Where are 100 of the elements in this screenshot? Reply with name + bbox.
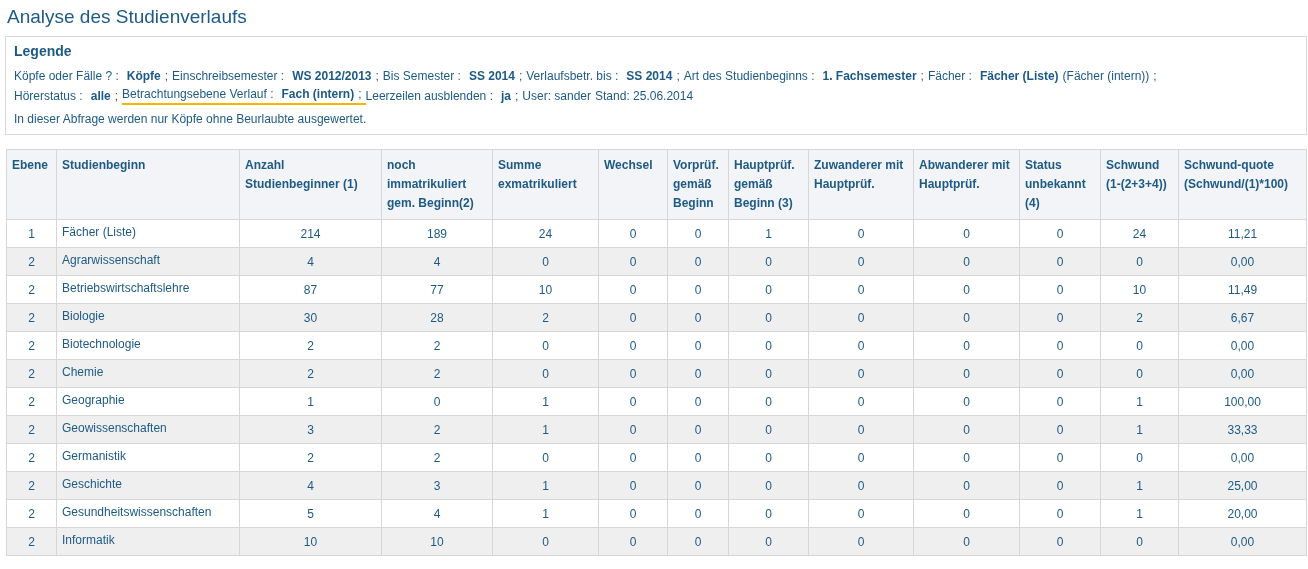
table-cell: 0 — [598, 359, 668, 388]
table-cell: 0,00 — [1178, 331, 1307, 360]
table-cell: 0 — [598, 331, 668, 360]
filter-label: Art des Studienbeginns : — [683, 68, 815, 85]
table-cell: Gesundheitswissenschaften — [56, 499, 240, 528]
table-cell: 0 — [808, 471, 914, 500]
table-cell: 1 — [492, 415, 599, 444]
table-cell: 0 — [1019, 387, 1101, 416]
column-header: Schwund-quote (Schwund/(1)*100) — [1178, 149, 1307, 220]
table-cell: 0 — [808, 359, 914, 388]
table-cell: 24 — [1100, 219, 1179, 248]
table-cell: 0 — [1019, 359, 1101, 388]
table-cell: 2 — [6, 275, 57, 304]
table-cell: 0 — [667, 471, 729, 500]
column-header: Hauptprüf. gemäß Beginn (3) — [728, 149, 809, 220]
table-cell: 11,21 — [1178, 219, 1307, 248]
table-cell: 0 — [1100, 527, 1179, 556]
table-cell: 0 — [728, 443, 809, 472]
table-cell: Biotechnologie — [56, 331, 240, 360]
table-cell: 0 — [598, 443, 668, 472]
filter-value: Köpfe — [126, 68, 161, 85]
filter-label: Köpfe oder Fälle ? : — [14, 68, 119, 85]
table-cell: 2 — [6, 359, 57, 388]
filter-label: Verlaufsbetr. bis : — [526, 68, 619, 85]
table-cell: 2 — [6, 247, 57, 276]
table-cell: 0 — [598, 415, 668, 444]
table-cell: 2 — [239, 331, 382, 360]
table-cell: 1 — [728, 219, 809, 248]
table-cell: 0 — [667, 443, 729, 472]
table-cell: Fächer (Liste) — [56, 219, 240, 248]
table-cell: 0 — [667, 359, 729, 388]
filter-label: Betrachtungsebene Verlauf : — [122, 86, 274, 103]
table-cell: 77 — [381, 275, 493, 304]
separator: ; — [164, 68, 169, 85]
table-cell: 0 — [728, 527, 809, 556]
table-cell: 1 — [1100, 499, 1179, 528]
table-cell: 20,00 — [1178, 499, 1307, 528]
table-cell: 0 — [728, 331, 809, 360]
table-cell: 0 — [913, 471, 1020, 500]
table-cell: 1 — [239, 387, 382, 416]
filter-label: User: sander — [522, 88, 592, 105]
table-cell: 0 — [667, 415, 729, 444]
table-cell: 0 — [667, 499, 729, 528]
table-cell: 0 — [913, 247, 1020, 276]
table-cell: 0,00 — [1178, 443, 1307, 472]
filter-value: Fach (intern) — [281, 86, 355, 103]
table-cell: 1 — [492, 387, 599, 416]
table-cell: 2 — [492, 303, 599, 332]
table-cell: 2 — [6, 471, 57, 500]
table-cell: 0 — [728, 471, 809, 500]
table-cell: 0 — [808, 527, 914, 556]
table-cell: 0 — [808, 219, 914, 248]
table-cell: 0 — [913, 219, 1020, 248]
table-cell: 2 — [381, 331, 493, 360]
separator: ; — [358, 86, 362, 103]
table-cell: 0 — [728, 359, 809, 388]
table-cell: 0 — [808, 415, 914, 444]
table-cell: 2 — [239, 443, 382, 472]
table-cell: 30 — [239, 303, 382, 332]
column-header: Summe exmatrikuliert — [492, 149, 599, 220]
table-cell: 0 — [1019, 471, 1101, 500]
table-cell: 0 — [1019, 443, 1101, 472]
table-cell: 4 — [381, 499, 493, 528]
table-cell: Chemie — [56, 359, 240, 388]
table-cell: 0 — [913, 415, 1020, 444]
table-cell: 0 — [728, 387, 809, 416]
table-cell: 1 — [492, 471, 599, 500]
table-cell: Biologie — [56, 303, 240, 332]
table-cell: 0 — [913, 275, 1020, 304]
table-cell: 10 — [1100, 275, 1179, 304]
table-cell: 0 — [728, 415, 809, 444]
table-cell: 0,00 — [1178, 247, 1307, 276]
table-cell: 25,00 — [1178, 471, 1307, 500]
table-cell: 0 — [1019, 247, 1101, 276]
table-cell: 0 — [667, 247, 729, 276]
table-cell: 0 — [913, 387, 1020, 416]
table-cell: 28 — [381, 303, 493, 332]
legend-heading: Legende — [14, 43, 73, 59]
table-cell: 11,49 — [1178, 275, 1307, 304]
table-cell: 0 — [598, 275, 668, 304]
table-cell: 0 — [1019, 527, 1101, 556]
table-cell: 0 — [913, 303, 1020, 332]
filter-value: ja — [500, 88, 511, 105]
table-cell: 0 — [598, 303, 668, 332]
table-cell: 0,00 — [1178, 359, 1307, 388]
table-cell: 2 — [6, 443, 57, 472]
table-cell: 0 — [808, 499, 914, 528]
table-cell: 0 — [808, 387, 914, 416]
table-cell: 0,00 — [1178, 527, 1307, 556]
table-cell: 0 — [598, 471, 668, 500]
table-cell: 0 — [728, 499, 809, 528]
separator: ; — [676, 68, 680, 85]
table-cell: 2 — [381, 415, 493, 444]
table-cell: 0 — [1019, 499, 1101, 528]
table-cell: 214 — [239, 219, 382, 248]
table-cell: 10 — [381, 527, 493, 556]
filter-value: alle — [90, 88, 111, 105]
table-cell: 3 — [381, 471, 493, 500]
column-header: Wechsel — [598, 149, 668, 220]
table-cell: 0 — [492, 331, 599, 360]
